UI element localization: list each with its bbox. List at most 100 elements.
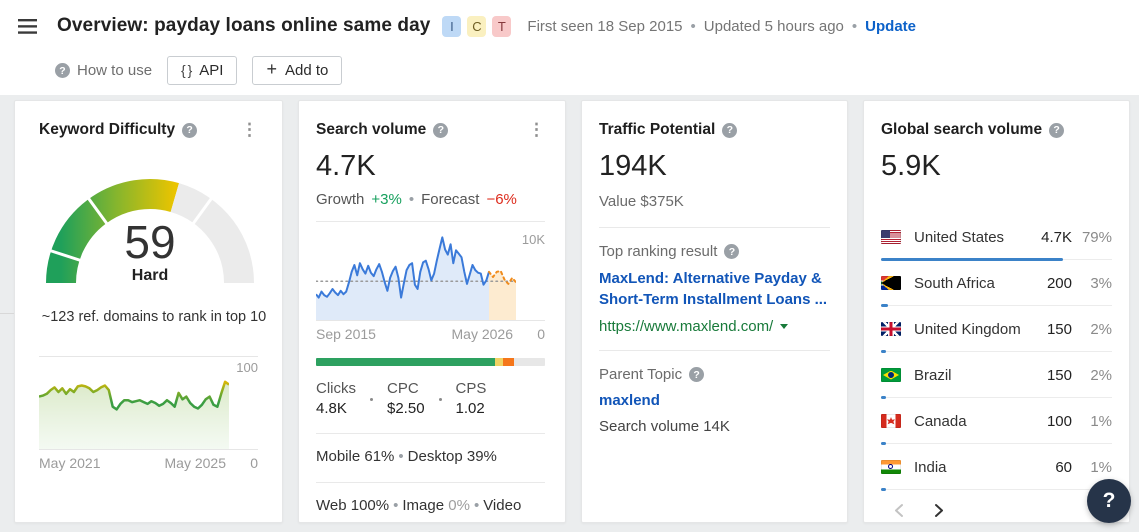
kebab-menu-icon[interactable]: [241, 125, 258, 136]
api-button[interactable]: API: [167, 56, 238, 85]
country-name: Brazil: [914, 366, 952, 384]
x-axis-start-label: Sep 2015: [316, 326, 376, 342]
country-block: United States 4.7K 79%: [881, 223, 1112, 261]
country-block: United Kingdom 150 2%: [881, 315, 1112, 353]
top-bar: Overview: payday loans online same day I…: [0, 0, 1139, 95]
y-axis-min-label: 0: [250, 455, 258, 472]
country-share-bar: [881, 303, 1112, 307]
top-result-title-link[interactable]: MaxLend: Alternative Payday & Short-Term…: [599, 268, 837, 310]
parent-topic-volume: Search volume 14K: [599, 418, 730, 435]
help-circle-icon[interactable]: [722, 122, 738, 138]
forecast-label: Forecast: [421, 191, 480, 208]
split-item: Image 0%: [402, 497, 470, 515]
header-meta: First seen 18 Sep 2015 Updated 5 hours a…: [527, 18, 916, 35]
prev-page-button[interactable]: [893, 503, 905, 518]
country-block: South Africa 200 3%: [881, 269, 1112, 307]
metric-label: CPS: [455, 380, 487, 397]
intent-badge-c[interactable]: C: [467, 15, 487, 37]
metric-value: 4.8K: [316, 400, 347, 418]
divider: [316, 482, 545, 484]
y-axis-max-label: 100: [236, 360, 258, 376]
page-title: Overview: payday loans online same day: [57, 15, 431, 36]
dot-separator: [370, 397, 373, 401]
metrics-cards-row: Keyword Difficulty 59 Hard ~123 ref. dom…: [0, 100, 1139, 523]
traffic-potential-title: Traffic Potential: [599, 121, 716, 138]
country-share-bar: [881, 487, 1112, 491]
next-page-button[interactable]: [933, 503, 945, 518]
bar-segment-paid-clicks: [502, 358, 515, 366]
how-to-use-link[interactable]: How to use: [55, 62, 152, 79]
divider: [599, 350, 830, 351]
bar-segment-organic-clicks: [316, 358, 495, 366]
search-volume-title: Search volume: [316, 121, 427, 138]
keyword-difficulty-card: Keyword Difficulty 59 Hard ~123 ref. dom…: [14, 100, 283, 523]
help-circle-icon[interactable]: [1049, 122, 1065, 138]
search-volume-trend-line: [316, 236, 516, 320]
parent-topic-link[interactable]: maxlend: [599, 392, 660, 409]
forecast-value: −6%: [486, 191, 517, 208]
country-volume: 200: [1046, 274, 1072, 292]
country-row: Brazil 150 2%: [881, 361, 1112, 389]
growth-forecast-line: Growth +3% Forecast −6%: [316, 191, 545, 208]
device-split-line: Mobile 61% Desktop 39%: [316, 445, 545, 470]
intent-badge-t[interactable]: T: [492, 15, 512, 37]
add-to-button-label: Add to: [285, 62, 329, 79]
dot-separator: [409, 191, 414, 208]
cpc-metric: CPC $2.50: [387, 379, 425, 420]
hamburger-menu-icon[interactable]: [18, 18, 37, 34]
keyword-difficulty-title: Keyword Difficulty: [39, 121, 176, 138]
search-volume-value: 4.7K: [316, 150, 376, 182]
traffic-value-line: Value $375K: [599, 193, 684, 210]
update-link[interactable]: Update: [865, 18, 916, 35]
metric-value: 1.02: [455, 400, 485, 418]
country-share-bar: [881, 257, 1112, 261]
chevron-down-icon[interactable]: [780, 324, 789, 329]
kebab-menu-icon[interactable]: [528, 125, 545, 136]
help-circle-icon[interactable]: [433, 122, 449, 138]
keyword-difficulty-gauge: 59 Hard: [39, 163, 261, 301]
background-divider: [0, 313, 14, 314]
country-name: United States: [914, 228, 1005, 246]
section-label-text: Top ranking result: [599, 243, 718, 260]
country-percent: 2%: [1090, 366, 1112, 384]
top-result-url-link[interactable]: https://www.maxlend.com/: [599, 318, 773, 335]
country-percent: 1%: [1090, 412, 1112, 430]
y-axis-min-label: 0: [537, 326, 545, 342]
in-flag-icon: [881, 460, 901, 474]
help-fab-button[interactable]: ?: [1087, 479, 1131, 523]
split-item: Desktop 39%: [407, 447, 497, 465]
parent-topic-label: Parent Topic: [599, 366, 830, 383]
country-block: Canada 100 1%: [881, 407, 1112, 445]
country-volume: 150: [1046, 366, 1072, 384]
dot-separator: [438, 397, 442, 401]
how-to-use-label: How to use: [77, 62, 153, 79]
country-volume: 4.7K: [1041, 228, 1072, 246]
help-circle-icon[interactable]: [689, 367, 705, 382]
braces-icon: [181, 62, 191, 79]
metric-label: Clicks: [316, 380, 356, 397]
country-row: United Kingdom 150 2%: [881, 315, 1112, 343]
help-circle-icon: [55, 63, 70, 78]
gb-flag-icon: [881, 322, 901, 336]
global-search-volume-value: 5.9K: [881, 150, 941, 182]
intent-badge-i[interactable]: I: [442, 15, 462, 37]
traffic-potential-card: Traffic Potential 194K Value $375K Top r…: [581, 100, 848, 523]
keyword-difficulty-category: Hard: [131, 267, 169, 284]
cps-metric: CPS 1.02: [456, 379, 487, 420]
dot-separator: [338, 522, 351, 523]
country-name: United Kingdom: [914, 320, 1021, 338]
help-circle-icon[interactable]: [182, 122, 198, 138]
first-seen-text: First seen 18 Sep 2015: [527, 17, 683, 35]
keyword-difficulty-history-chart: 100 May 2021 May 2025 0: [39, 356, 258, 471]
country-row: Canada 100 1%: [881, 407, 1112, 435]
help-circle-icon[interactable]: [724, 244, 740, 259]
country-row: South Africa 200 3%: [881, 269, 1112, 297]
divider: [599, 227, 830, 228]
country-list: United States 4.7K 79% South Africa 200 …: [881, 223, 1112, 491]
add-to-button[interactable]: Add to: [252, 56, 343, 85]
x-axis-start-label: May 2021: [39, 455, 101, 472]
split-item: Web 100%: [316, 497, 390, 515]
growth-value: +3%: [371, 191, 402, 208]
country-row: United States 4.7K 79%: [881, 223, 1112, 251]
growth-label: Growth: [316, 191, 365, 208]
